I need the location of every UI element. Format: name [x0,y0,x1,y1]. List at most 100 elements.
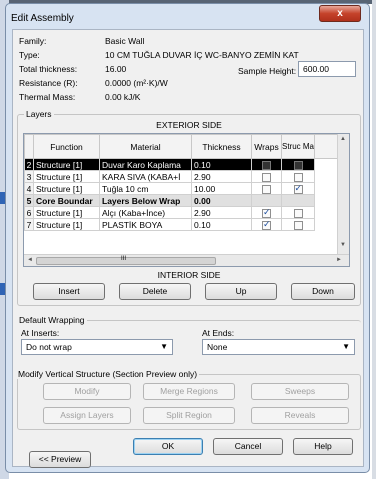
layer-wraps-cell [251,206,282,219]
layer-structural-cell [280,182,316,195]
at-inserts-select[interactable]: Do not wrap ▼ [21,339,173,355]
layer-number[interactable]: 5 [24,194,34,207]
at-ends-select[interactable]: None ▼ [202,339,355,355]
split-region-button[interactable]: Split Region [143,407,235,424]
chevron-down-icon: ▼ [160,342,168,351]
layer-structural-cell [280,218,316,231]
layer-number[interactable]: 7 [24,218,34,231]
layer-function[interactable]: Structure [1] [33,158,100,171]
modify-button[interactable]: Modify [43,383,131,400]
scroll-down-icon[interactable]: ▼ [340,242,346,248]
preview-button[interactable]: << Preview [29,451,91,468]
column-header-material[interactable]: Material [99,134,192,159]
up-button[interactable]: Up [205,283,277,300]
layers-vertical-scrollbar[interactable]: ▲ ▼ [337,134,349,254]
interior-side-label: INTERIOR SIDE [157,270,221,280]
delete-button[interactable]: Delete [119,283,191,300]
layers-table-body: 2 Structure [1] Duvar Karo Kaplama 0.10 3 Str… [24,158,343,231]
ok-button[interactable]: OK [133,438,203,455]
layer-thickness[interactable]: 10.00 [191,182,252,195]
total-thickness-label: Total thickness: [19,64,78,74]
cancel-button[interactable]: Cancel [213,438,283,455]
layer-function[interactable]: Structure [1] [33,218,100,231]
down-button[interactable]: Down [291,283,355,300]
thermal-mass-label: Thermal Mass: [19,92,76,102]
column-header-structural-material[interactable]: Struc Ma [280,134,316,159]
sweeps-button[interactable]: Sweeps [251,383,349,400]
column-header-function[interactable]: Function [33,134,100,159]
layer-function[interactable]: Structure [1] [33,182,100,195]
layer-material[interactable]: Alçı (Kaba+İnce) [99,206,192,219]
layer-structural-checkbox[interactable] [293,208,303,218]
default-wrapping-title: Default Wrapping [17,315,87,325]
total-thickness-value: 16.00 [105,64,127,74]
layer-thickness[interactable]: 0.00 [191,194,252,207]
at-ends-label: At Ends: [202,328,235,338]
layer-row[interactable]: 2 Structure [1] Duvar Karo Kaplama 0.10 [24,158,343,171]
at-inserts-value: Do not wrap [26,342,72,352]
layers-group-title: Layers [24,109,54,119]
layer-wraps-checkbox[interactable] [262,184,271,194]
layer-material[interactable]: Layers Below Wrap [99,194,192,207]
scroll-left-icon[interactable]: ◄ [27,257,33,263]
layer-thickness[interactable]: 0.10 [191,158,252,171]
type-value: 10 CM TUĞLA DUVAR İÇ WC-BANYO ZEMİN KAT [105,50,299,60]
layer-function[interactable]: Structure [1] [33,170,100,183]
layer-wraps-cell [251,182,282,195]
layer-material[interactable]: Tuğla 10 cm [99,182,192,195]
layer-wraps-checkbox[interactable] [262,160,271,170]
layer-function[interactable]: Structure [1] [33,206,100,219]
scroll-up-icon[interactable]: ▲ [340,136,346,142]
close-icon: x [337,8,343,19]
scroll-right-icon[interactable]: ► [336,257,342,263]
layer-thickness[interactable]: 2.90 [191,206,252,219]
layer-number[interactable]: 6 [24,206,34,219]
insert-button[interactable]: Insert [33,283,105,300]
layer-wraps-checkbox[interactable] [262,172,271,182]
layer-row[interactable]: 4 Structure [1] Tuğla 10 cm 10.00 [24,182,343,195]
layer-structural-checkbox[interactable] [293,184,303,194]
layer-number[interactable]: 3 [24,170,34,183]
modify-vertical-title: Modify Vertical Structure (Section Previ… [16,369,200,379]
at-ends-value: None [207,342,228,352]
layer-structural-checkbox[interactable] [293,160,303,170]
close-button[interactable]: x [319,5,361,22]
layer-row[interactable]: 5 Core Boundar Layers Below Wrap 0.00 [24,194,343,207]
help-button[interactable]: Help [293,438,353,455]
layer-thickness[interactable]: 0.10 [191,218,252,231]
merge-regions-button[interactable]: Merge Regions [143,383,235,400]
layer-number[interactable]: 2 [24,158,34,171]
column-header-wraps[interactable]: Wraps [251,134,282,159]
exterior-side-label: EXTERIOR SIDE [156,120,222,130]
layer-row[interactable]: 3 Structure [1] KARA SIVA (KABA+İ 2.90 [24,170,343,183]
layers-table[interactable]: Function Material Thickness Wraps Struc … [23,133,350,267]
layer-wraps-cell [251,194,282,207]
layer-structural-cell [280,206,316,219]
layer-function[interactable]: Core Boundar [33,194,100,207]
layers-horizontal-scrollbar[interactable]: ◄ III ► [24,254,349,266]
layer-row[interactable]: 6 Structure [1] Alçı (Kaba+İnce) 2.90 [24,206,343,219]
reveals-button[interactable]: Reveals [251,407,349,424]
sample-height-label: Sample Height: [238,66,297,76]
layer-wraps-checkbox[interactable] [262,220,271,230]
layer-material[interactable]: Duvar Karo Kaplama [99,158,192,171]
edit-assembly-dialog: Edit Assembly x Family: Basic Wall Type:… [5,3,370,473]
scroll-thumb[interactable]: III [36,256,216,265]
layer-structural-checkbox[interactable] [293,220,303,230]
layer-material[interactable]: PLASTİK BOYA [99,218,192,231]
scroll-grip: III [121,256,127,262]
layer-wraps-checkbox[interactable] [262,208,271,218]
title-bar[interactable]: Edit Assembly x [6,4,369,29]
layer-row[interactable]: 7 Structure [1] PLASTİK BOYA 0.10 [24,218,343,231]
chevron-down-icon: ▼ [342,342,350,351]
dialog-client-area: Family: Basic Wall Type: 10 CM TUĞLA DUV… [12,29,364,468]
assign-layers-button[interactable]: Assign Layers [43,407,131,424]
column-header-number[interactable] [24,134,34,159]
sample-height-input[interactable]: 600.00 [298,61,356,77]
layer-material[interactable]: KARA SIVA (KABA+İ [99,170,192,183]
layer-structural-checkbox[interactable] [293,172,303,182]
layer-number[interactable]: 4 [24,182,34,195]
layer-structural-cell [280,158,316,171]
layer-thickness[interactable]: 2.90 [191,170,252,183]
column-header-thickness[interactable]: Thickness [191,134,252,159]
